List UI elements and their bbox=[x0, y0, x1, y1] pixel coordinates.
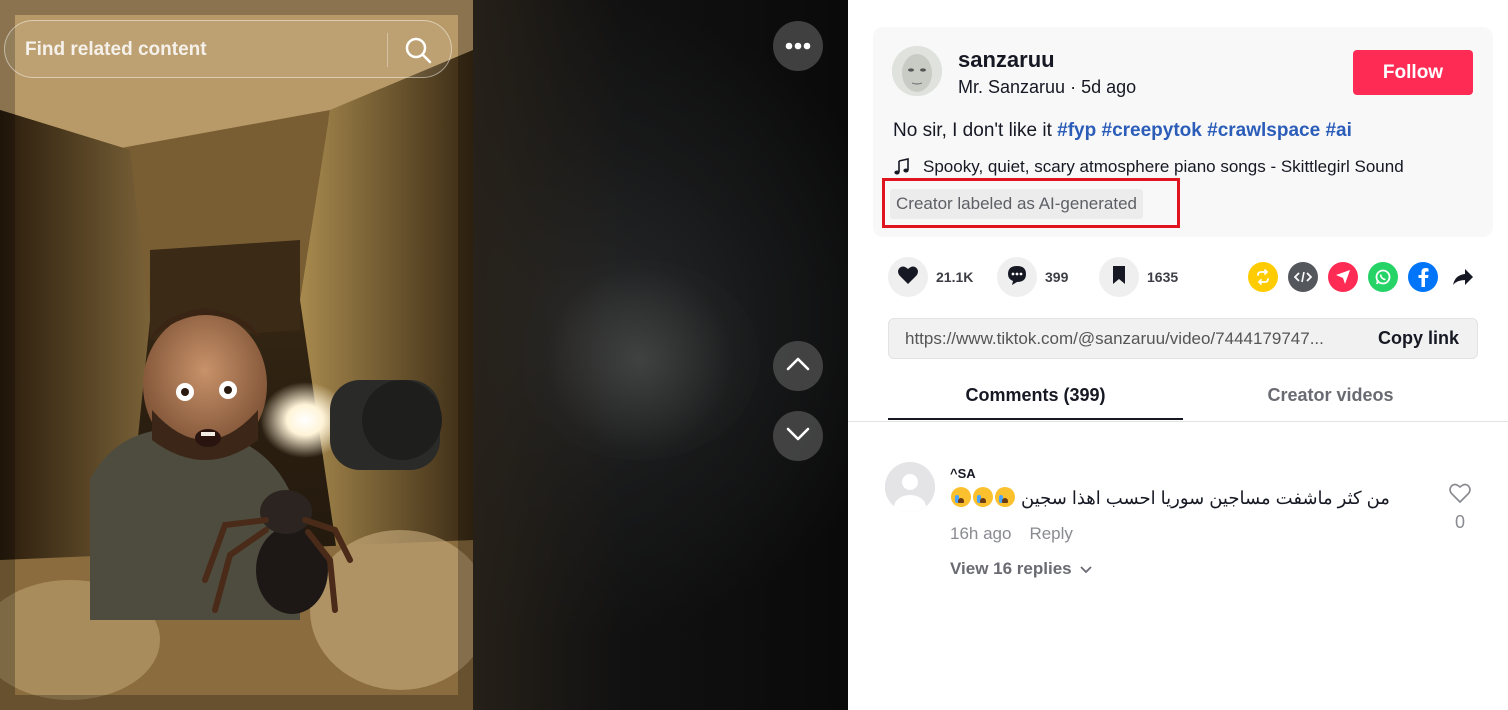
search-icon[interactable] bbox=[403, 35, 433, 65]
previous-video-button[interactable] bbox=[773, 341, 823, 391]
music-note-icon bbox=[893, 158, 911, 176]
heart-outline-icon bbox=[1448, 483, 1472, 508]
video-info-panel: sanzaruu Mr. Sanzaruu · 5d ago Follow No… bbox=[848, 0, 1508, 710]
chevron-up-icon bbox=[786, 357, 810, 376]
author-nickname-line: Mr. Sanzaruu · 5d ago bbox=[958, 77, 1136, 98]
more-icon bbox=[785, 37, 811, 55]
post-date: 5d ago bbox=[1081, 77, 1137, 97]
copy-link-button[interactable]: Copy link bbox=[1378, 328, 1459, 349]
hashtag-link[interactable]: #fyp bbox=[1057, 120, 1096, 141]
action-bar: 21.1K 399 1635 bbox=[888, 256, 1488, 298]
comment-item: ^SA من كثر ماشفت مساجين سوريا احسب اهذا … bbox=[885, 462, 1485, 592]
comment-meta: 16h ago Reply bbox=[950, 524, 1073, 544]
heart-icon bbox=[897, 265, 919, 290]
crying-emoji-icon bbox=[951, 487, 971, 507]
view-replies-label[interactable]: View 16 replies bbox=[950, 559, 1072, 579]
follow-button[interactable]: Follow bbox=[1353, 50, 1473, 95]
hashtag-link[interactable]: #crawlspace bbox=[1207, 120, 1320, 141]
like-button[interactable] bbox=[888, 257, 928, 297]
save-count: 1635 bbox=[1147, 269, 1179, 285]
video-url[interactable]: https://www.tiktok.com/@sanzaruu/video/7… bbox=[905, 329, 1350, 349]
music-link[interactable]: Spooky, quiet, scary atmosphere piano so… bbox=[893, 157, 1404, 177]
save-action[interactable]: 1635 bbox=[1099, 256, 1178, 298]
video-stage: Find related content bbox=[0, 0, 848, 710]
post-info-card: sanzaruu Mr. Sanzaruu · 5d ago Follow No… bbox=[873, 27, 1493, 237]
author-nickname[interactable]: Mr. Sanzaruu bbox=[958, 77, 1065, 97]
search-input[interactable]: Find related content bbox=[25, 39, 207, 61]
video-player[interactable] bbox=[0, 0, 473, 710]
send-icon[interactable] bbox=[1328, 262, 1358, 292]
reply-button[interactable]: Reply bbox=[1029, 524, 1072, 543]
comment-time: 16h ago bbox=[950, 524, 1012, 543]
whatsapp-icon[interactable] bbox=[1368, 262, 1398, 292]
bookmark-icon bbox=[1111, 265, 1127, 290]
author-username[interactable]: sanzaruu bbox=[958, 47, 1055, 73]
search-bar[interactable]: Find related content bbox=[4, 20, 452, 78]
music-title[interactable]: Spooky, quiet, scary atmosphere piano so… bbox=[923, 157, 1404, 177]
like-count: 21.1K bbox=[936, 269, 974, 285]
hashtag-link[interactable]: #creepytok bbox=[1102, 120, 1202, 141]
facebook-icon[interactable] bbox=[1408, 262, 1438, 292]
comment-button[interactable] bbox=[997, 257, 1037, 297]
comment-action[interactable]: 399 bbox=[997, 256, 1068, 298]
hashtag-link[interactable]: #ai bbox=[1325, 120, 1351, 141]
comment-like-button[interactable] bbox=[1447, 482, 1473, 509]
commenter-username[interactable]: ^SA bbox=[950, 466, 976, 481]
active-tab-indicator bbox=[888, 418, 1183, 420]
comment-text-line: من كثر ماشفت مساجين سوريا احسب اهذا سجين bbox=[950, 487, 1390, 509]
meta-separator: · bbox=[1065, 77, 1082, 97]
video-blur-glow bbox=[520, 260, 760, 460]
description-text: No sir, I don't like it bbox=[893, 120, 1058, 141]
crying-emoji-icon bbox=[995, 487, 1015, 507]
next-video-button[interactable] bbox=[773, 411, 823, 461]
post-description: No sir, I don't like it #fyp #creepytok … bbox=[893, 120, 1352, 142]
tab-creator-videos[interactable]: Creator videos bbox=[1183, 385, 1478, 406]
comment-text: من كثر ماشفت مساجين سوريا احسب اهذا سجين bbox=[1021, 488, 1390, 508]
commenter-avatar[interactable] bbox=[885, 462, 935, 512]
chevron-down-icon bbox=[786, 427, 810, 446]
tab-bar: Comments (399) Creator videos bbox=[888, 372, 1478, 422]
author-avatar[interactable] bbox=[892, 46, 942, 96]
tabs-divider bbox=[848, 421, 1508, 422]
embed-icon[interactable] bbox=[1288, 262, 1318, 292]
search-divider bbox=[387, 33, 388, 67]
crying-emoji-icon bbox=[973, 487, 993, 507]
view-replies-button[interactable]: View 16 replies bbox=[950, 559, 1092, 579]
repost-icon[interactable] bbox=[1248, 262, 1278, 292]
video-link-bar: https://www.tiktok.com/@sanzaruu/video/7… bbox=[888, 318, 1478, 359]
video-thumbnail-image bbox=[0, 0, 473, 710]
comment-count: 399 bbox=[1045, 269, 1069, 285]
annotation-highlight-box bbox=[882, 178, 1180, 228]
share-arrow-icon[interactable] bbox=[1448, 262, 1478, 292]
tab-comments[interactable]: Comments (399) bbox=[888, 385, 1183, 406]
comment-icon bbox=[1006, 264, 1028, 291]
save-button[interactable] bbox=[1099, 257, 1139, 297]
more-options-button[interactable] bbox=[773, 21, 823, 71]
comment-like-count: 0 bbox=[1454, 512, 1465, 532]
like-action[interactable]: 21.1K bbox=[888, 256, 973, 298]
chevron-down-icon bbox=[1072, 559, 1092, 579]
